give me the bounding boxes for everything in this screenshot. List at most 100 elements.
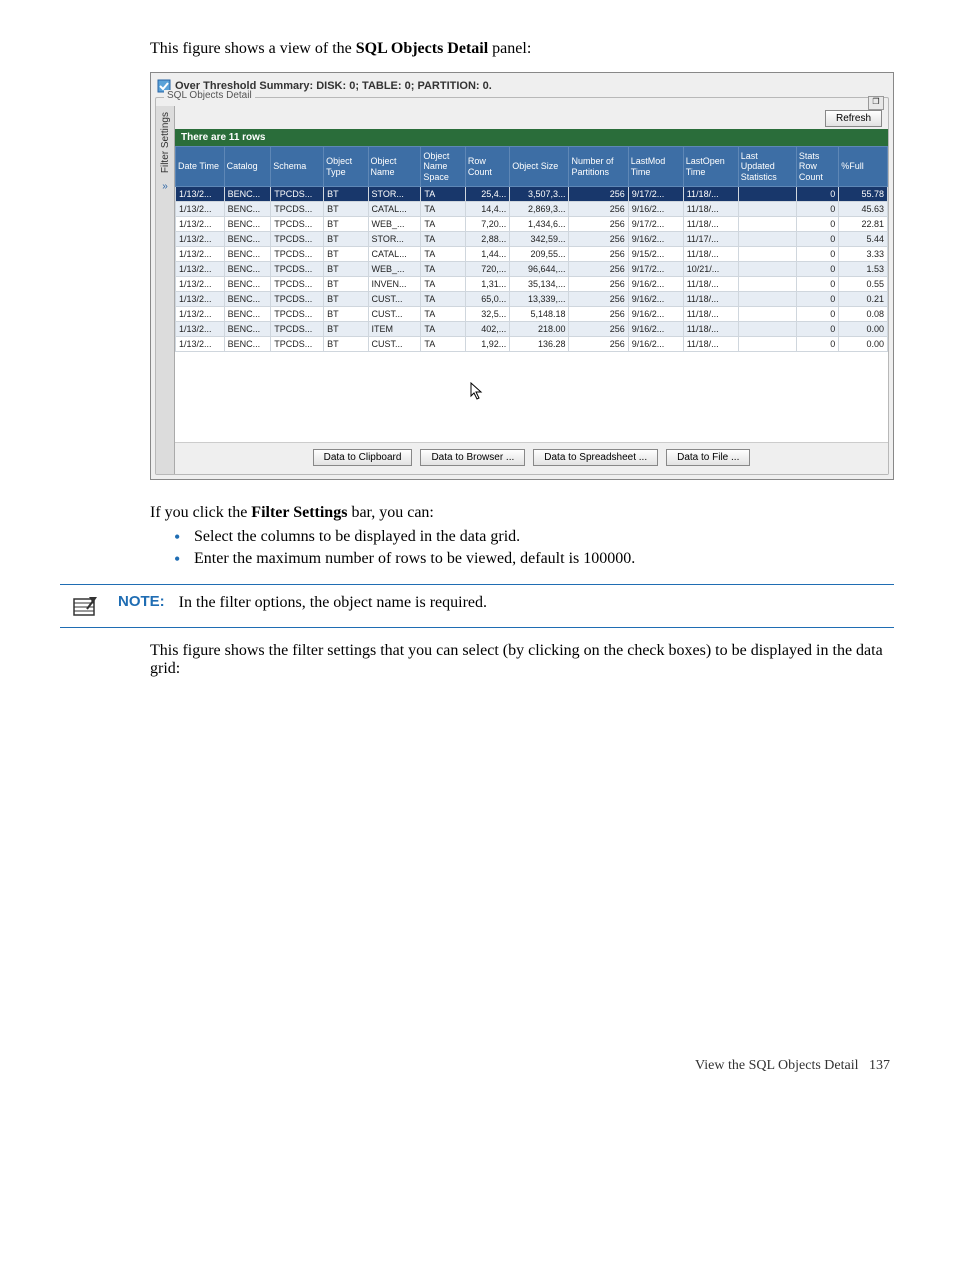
cell: 0.55 <box>839 277 888 292</box>
cell: 2,88... <box>465 232 509 247</box>
cell: 9/17/2... <box>628 262 683 277</box>
cell: TPCDS... <box>271 202 324 217</box>
restore-icon[interactable]: ❐ <box>868 96 884 110</box>
cell: INVEN... <box>368 277 421 292</box>
cell: BT <box>324 307 368 322</box>
col-pct-full[interactable]: %Full <box>839 147 888 187</box>
cell: 7,20... <box>465 217 509 232</box>
table-row[interactable]: 1/13/2...BENC...TPCDS...BTSTOR...TA2,88.… <box>176 232 888 247</box>
cell: BT <box>324 187 368 202</box>
table-row[interactable]: 1/13/2...BENC...TPCDS...BTCUST...TA65,0.… <box>176 292 888 307</box>
data-to-clipboard-button[interactable]: Data to Clipboard <box>313 449 413 466</box>
col-stats-row-count[interactable]: Stats Row Count <box>796 147 838 187</box>
col-object-name-space[interactable]: Object Name Space <box>421 147 465 187</box>
refresh-button[interactable]: Refresh <box>825 110 882 127</box>
cell: 0 <box>796 292 838 307</box>
col-row-count[interactable]: Row Count <box>465 147 509 187</box>
data-to-file-button[interactable]: Data to File ... <box>666 449 750 466</box>
cell: 256 <box>569 292 628 307</box>
cell: 11/18/... <box>683 277 738 292</box>
data-to-spreadsheet-button[interactable]: Data to Spreadsheet ... <box>533 449 658 466</box>
cell: 1/13/2... <box>176 232 225 247</box>
cell: STOR... <box>368 232 421 247</box>
panel-screenshot: Over Threshold Summary: DISK: 0; TABLE: … <box>150 72 894 480</box>
cell: BENC... <box>224 202 271 217</box>
cell: 256 <box>569 277 628 292</box>
cell: 11/18/... <box>683 202 738 217</box>
cell <box>738 202 796 217</box>
table-row[interactable]: 1/13/2...BENC...TPCDS...BTCATAL...TA1,44… <box>176 247 888 262</box>
ap-pre: If you click the <box>150 504 251 521</box>
data-to-browser-button[interactable]: Data to Browser ... <box>420 449 525 466</box>
table-row[interactable]: 1/13/2...BENC...TPCDS...BTSTOR...TA25,4.… <box>176 187 888 202</box>
table-row[interactable]: 1/13/2...BENC...TPCDS...BTITEMTA402,...2… <box>176 322 888 337</box>
col-catalog[interactable]: Catalog <box>224 147 271 187</box>
cell: 11/18/... <box>683 292 738 307</box>
cell: 10/21/... <box>683 262 738 277</box>
cell: ITEM <box>368 322 421 337</box>
col-object-size[interactable]: Object Size <box>510 147 569 187</box>
cell: 0 <box>796 202 838 217</box>
row-count-status: There are 11 rows <box>175 129 888 146</box>
cell: 9/16/2... <box>628 307 683 322</box>
cell: BENC... <box>224 217 271 232</box>
table-row[interactable]: 1/13/2...BENC...TPCDS...BTWEB_...TA7,20.… <box>176 217 888 232</box>
cell: 209,55... <box>510 247 569 262</box>
cell: BT <box>324 247 368 262</box>
col-last-updated-stats[interactable]: Last Updated Statistics <box>738 147 796 187</box>
cell: 11/18/... <box>683 337 738 352</box>
cell <box>738 262 796 277</box>
cell: 11/17/... <box>683 232 738 247</box>
cell: TA <box>421 277 465 292</box>
filter-settings-bar[interactable]: Filter Settings » <box>156 106 175 474</box>
data-grid: Date Time Catalog Schema Object Type Obj… <box>175 146 888 352</box>
table-row[interactable]: 1/13/2...BENC...TPCDS...BTINVEN...TA1,31… <box>176 277 888 292</box>
cursor-icon <box>470 382 486 407</box>
table-row[interactable]: 1/13/2...BENC...TPCDS...BTWEB_...TA720,.… <box>176 262 888 277</box>
cell: CUST... <box>368 307 421 322</box>
cell <box>738 307 796 322</box>
cell: 0 <box>796 322 838 337</box>
cell: 1/13/2... <box>176 277 225 292</box>
page-footer: View the SQL Objects Detail 137 <box>60 1058 894 1074</box>
cell: TPCDS... <box>271 322 324 337</box>
table-row[interactable]: 1/13/2...BENC...TPCDS...BTCATAL...TA14,4… <box>176 202 888 217</box>
note-icon <box>60 593 110 619</box>
cell <box>738 232 796 247</box>
cell: 1/13/2... <box>176 337 225 352</box>
cell: 256 <box>569 217 628 232</box>
cell: 5,148.18 <box>510 307 569 322</box>
col-date-time[interactable]: Date Time <box>176 147 225 187</box>
cell: 0 <box>796 307 838 322</box>
cell: TA <box>421 292 465 307</box>
col-lastopen-time[interactable]: LastOpen Time <box>683 147 738 187</box>
cell: 0.00 <box>839 322 888 337</box>
bullet-list: Select the columns to be displayed in th… <box>150 528 894 568</box>
panel-title-bar: Over Threshold Summary: DISK: 0; TABLE: … <box>155 77 889 95</box>
cell: TPCDS... <box>271 187 324 202</box>
col-object-type[interactable]: Object Type <box>324 147 368 187</box>
cell: CUST... <box>368 337 421 352</box>
cell: TA <box>421 262 465 277</box>
col-num-partitions[interactable]: Number of Partitions <box>569 147 628 187</box>
cell: 32,5... <box>465 307 509 322</box>
cell: 1/13/2... <box>176 307 225 322</box>
cell: BENC... <box>224 307 271 322</box>
cell: 402,... <box>465 322 509 337</box>
cell: 5.44 <box>839 232 888 247</box>
table-row[interactable]: 1/13/2...BENC...TPCDS...BTCUST...TA32,5.… <box>176 307 888 322</box>
cell: TPCDS... <box>271 307 324 322</box>
col-lastmod-time[interactable]: LastMod Time <box>628 147 683 187</box>
cell: BENC... <box>224 322 271 337</box>
cell: TA <box>421 307 465 322</box>
note-text: In the filter options, the object name i… <box>179 593 487 612</box>
cell: BENC... <box>224 262 271 277</box>
col-object-name[interactable]: Object Name <box>368 147 421 187</box>
table-row[interactable]: 1/13/2...BENC...TPCDS...BTCUST...TA1,92.… <box>176 337 888 352</box>
expand-arrows-icon: » <box>162 179 168 194</box>
cell: BENC... <box>224 247 271 262</box>
cell: TPCDS... <box>271 337 324 352</box>
cell: 256 <box>569 187 628 202</box>
intro-line: This figure shows a view of the SQL Obje… <box>150 40 894 58</box>
col-schema[interactable]: Schema <box>271 147 324 187</box>
